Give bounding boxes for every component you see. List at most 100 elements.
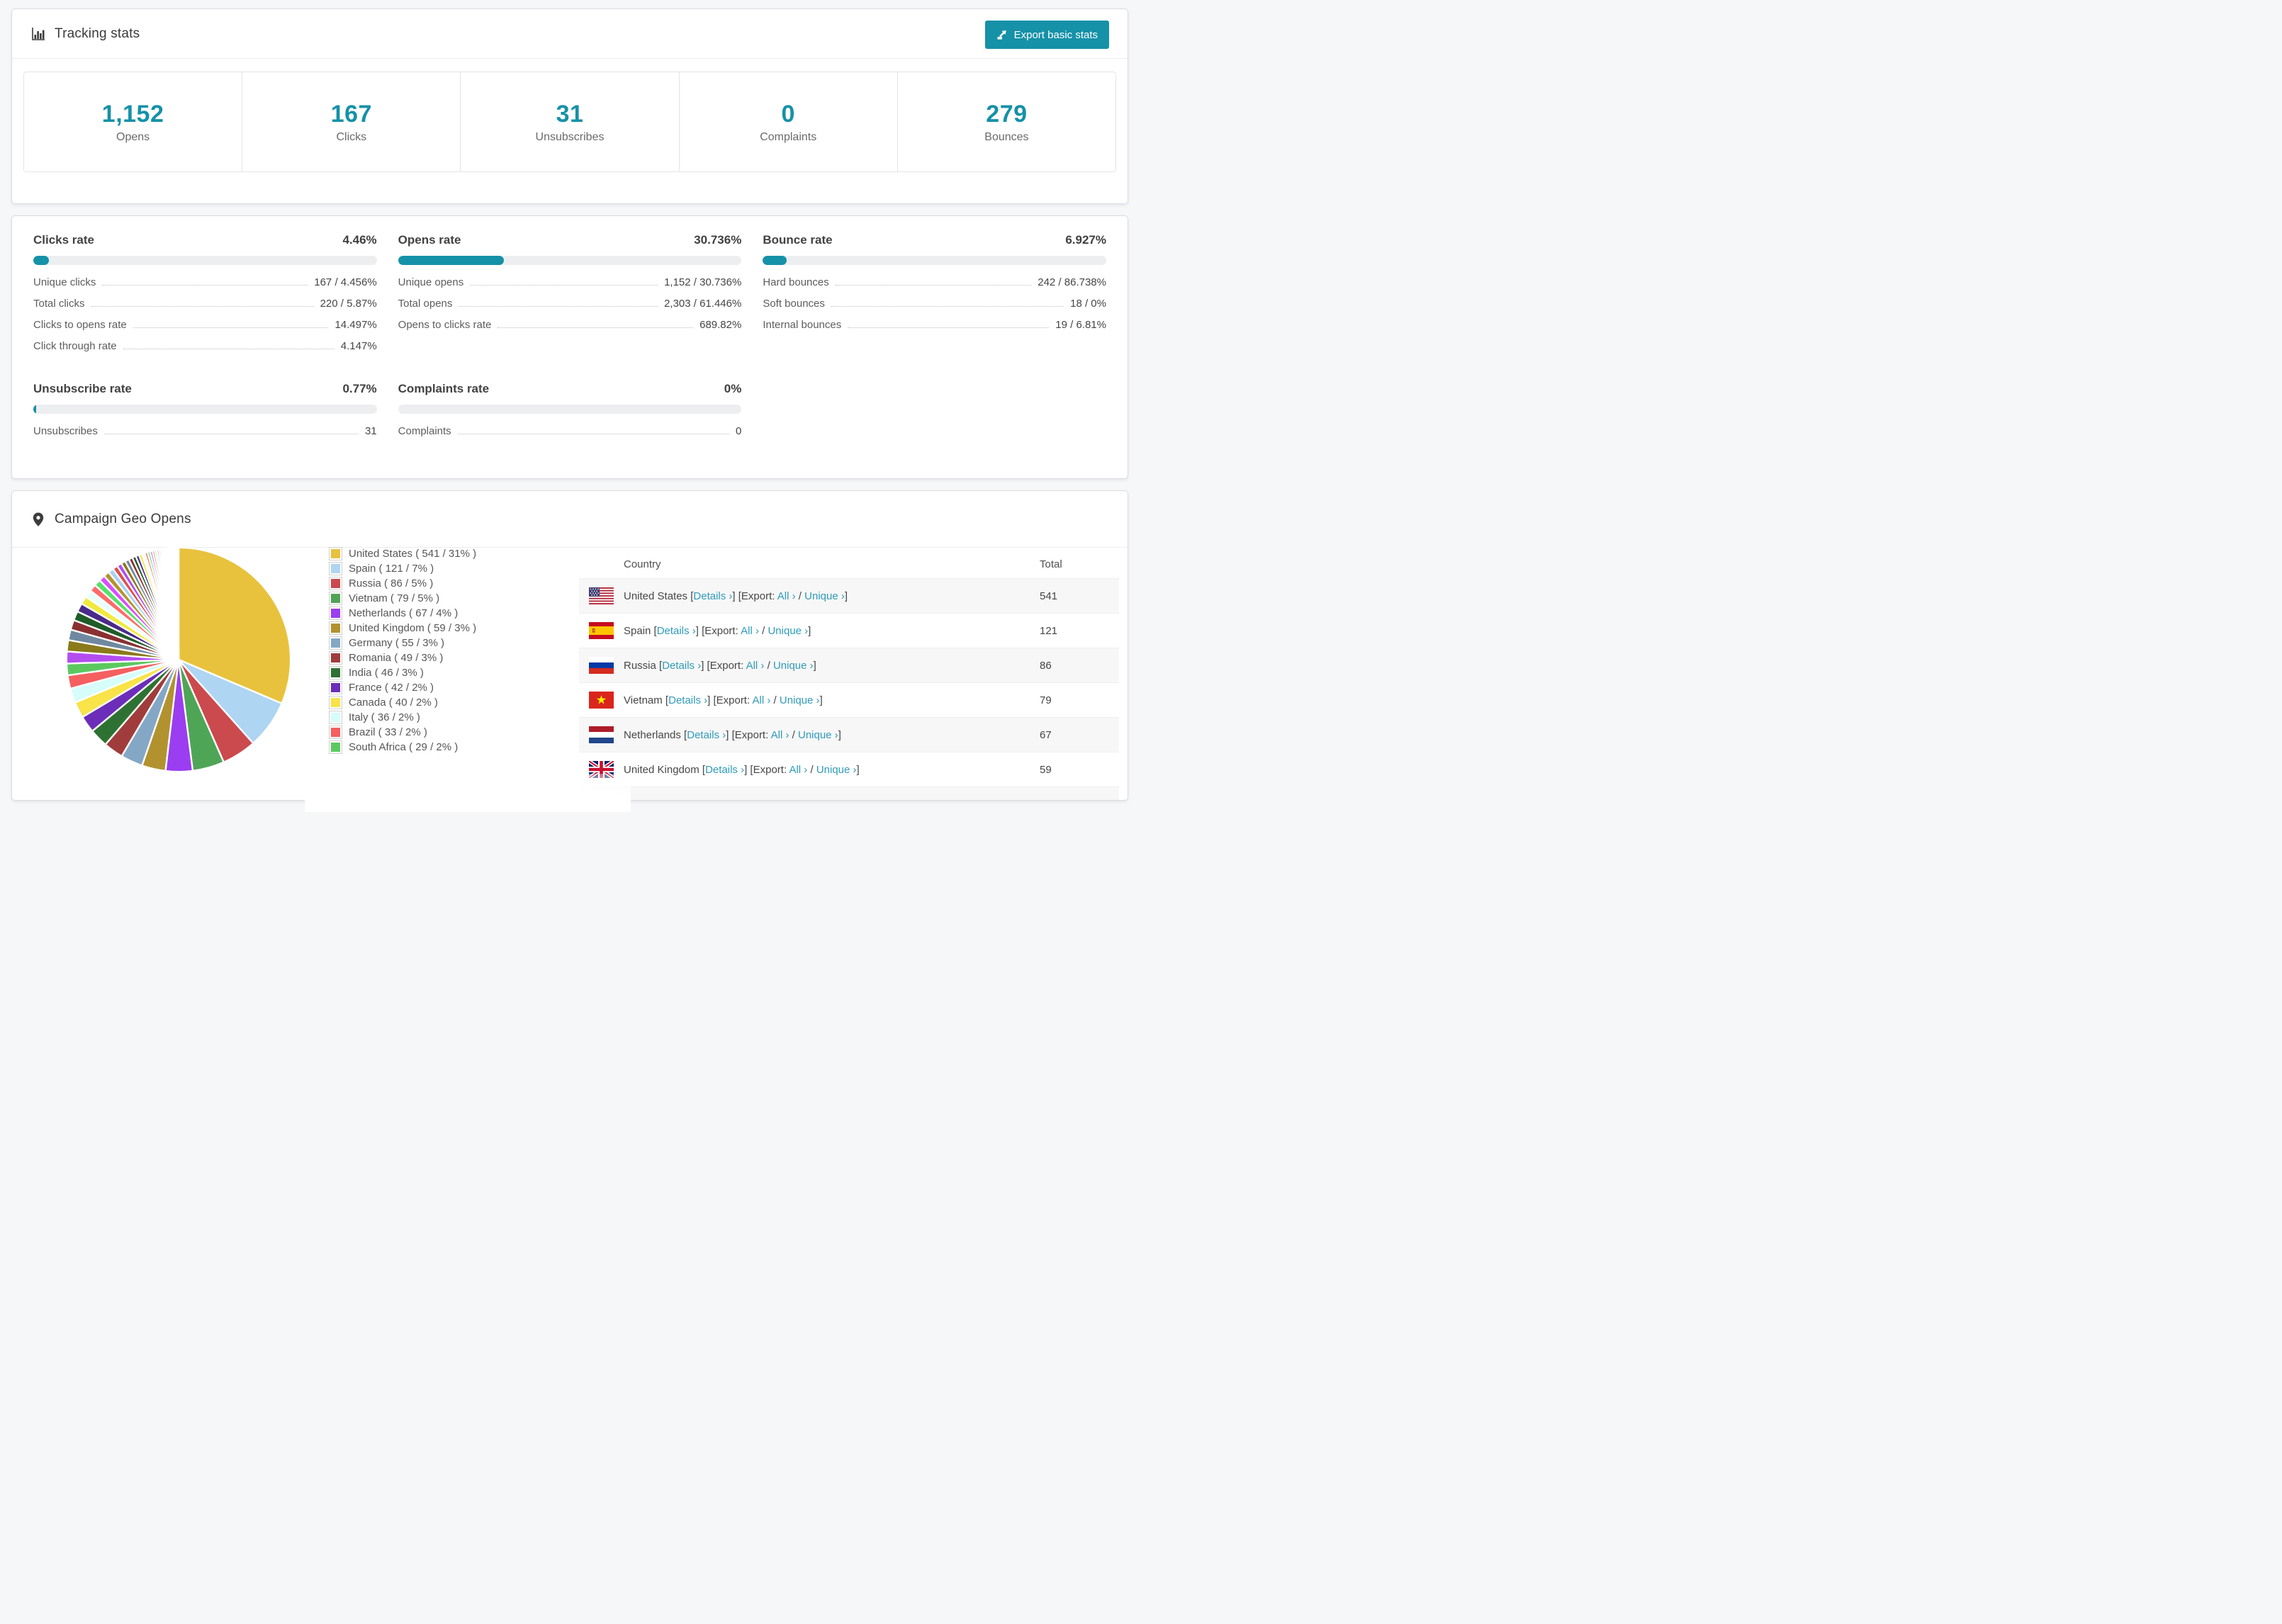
summary-stat-value: 279 xyxy=(986,100,1028,128)
legend-label: Romania ( 49 / 3% ) xyxy=(349,652,444,664)
rate-stat-label: Internal bounces xyxy=(763,319,842,331)
legend-item[interactable]: Brazil ( 33 / 2% ) xyxy=(329,725,476,740)
export-all-link[interactable]: All › xyxy=(753,694,771,706)
export-unique-link[interactable]: Unique › xyxy=(804,590,845,602)
dotted-leader xyxy=(831,306,1064,307)
export-unique-link[interactable]: Unique › xyxy=(785,799,825,801)
export-unique-link[interactable]: Unique › xyxy=(798,729,838,741)
gb-flag-icon xyxy=(589,761,614,778)
summary-stat-value: 1,152 xyxy=(101,100,164,128)
legend-item[interactable]: Germany ( 55 / 3% ) xyxy=(329,636,476,650)
summary-stat-label: Opens xyxy=(116,130,150,143)
export-unique-link[interactable]: Unique › xyxy=(768,625,808,637)
export-all-link[interactable]: All › xyxy=(741,625,759,637)
bracket-text: [ xyxy=(680,728,687,741)
summary-stat-value: 167 xyxy=(330,100,372,128)
legend-swatch-icon xyxy=(329,592,342,605)
tracking-stats-title: Tracking stats xyxy=(55,26,140,41)
rate-title: Complaints rate xyxy=(398,382,490,395)
rate-stat-label: Total opens xyxy=(398,298,453,310)
bracket-text: ] xyxy=(808,624,811,637)
geo-country-cell: Netherlands [Details ›] [Export: All › /… xyxy=(579,726,1040,743)
bracket-text: ] xyxy=(813,659,816,672)
details-link[interactable]: Details › xyxy=(657,625,696,637)
legend-item[interactable]: United Kingdom ( 59 / 3% ) xyxy=(329,621,476,636)
legend-swatch-icon xyxy=(329,696,342,709)
geo-table-country-header: Country xyxy=(624,558,661,570)
legend-item[interactable]: Netherlands ( 67 / 4% ) xyxy=(329,606,476,621)
geo-country-cell: United Kingdom [Details ›] [Export: All … xyxy=(579,761,1040,778)
geo-country-name: Vietnam xyxy=(624,694,663,706)
export-all-link[interactable]: All › xyxy=(789,764,807,776)
export-basic-stats-button[interactable]: Export basic stats xyxy=(984,21,1109,49)
legend-item[interactable]: Spain ( 121 / 7% ) xyxy=(329,561,476,576)
legend-item[interactable]: France ( 42 / 2% ) xyxy=(329,680,476,695)
legend-label: Canada ( 40 / 2% ) xyxy=(349,697,438,709)
geo-country-table: Country Total United States [Details ›] … xyxy=(579,551,1119,801)
export-prefix-text: ] [Export: xyxy=(726,728,771,741)
rate-stat-row: Soft bounces 18 / 0% xyxy=(763,298,1106,310)
rate-stat-row: Unique clicks 167 / 4.456% xyxy=(33,276,377,288)
rate-title: Bounce rate xyxy=(763,233,833,247)
legend-swatch-icon xyxy=(329,621,342,635)
export-unique-link[interactable]: Unique › xyxy=(816,764,857,776)
rate-head: Unsubscribe rate 0.77% xyxy=(33,382,377,396)
export-all-link[interactable]: All › xyxy=(746,660,765,672)
legend-item[interactable]: United States ( 541 / 31% ) xyxy=(329,546,476,561)
legend-item[interactable]: Canada ( 40 / 2% ) xyxy=(329,695,476,710)
legend-item[interactable]: India ( 46 / 3% ) xyxy=(329,665,476,680)
legend-swatch-icon xyxy=(329,651,342,665)
geo-country-text: Netherlands [Details ›] [Export: All › /… xyxy=(624,729,841,741)
rate-progress-fill xyxy=(398,256,504,265)
legend-item[interactable]: Russia ( 86 / 5% ) xyxy=(329,576,476,591)
export-all-link[interactable]: All › xyxy=(777,590,796,602)
details-link[interactable]: Details › xyxy=(662,660,701,672)
export-all-link[interactable]: All › xyxy=(771,729,789,741)
bar-chart-icon xyxy=(30,26,46,42)
bracket-text: ] xyxy=(824,799,827,801)
legend-swatch-icon xyxy=(329,740,342,754)
details-link[interactable]: Details › xyxy=(693,590,732,602)
summary-stat-label: Complaints xyxy=(760,130,817,143)
rate-stat-label: Total clicks xyxy=(33,298,85,310)
legend-label: Vietnam ( 79 / 5% ) xyxy=(349,592,440,604)
legend-item[interactable]: Vietnam ( 79 / 5% ) xyxy=(329,591,476,606)
legend-label: India ( 46 / 3% ) xyxy=(349,667,424,679)
export-all-link[interactable]: All › xyxy=(757,799,775,801)
slash-text: / xyxy=(764,659,773,672)
slash-text: / xyxy=(770,694,780,706)
summary-stats-row: 1,152 Opens 167 Clicks 31 Unsubscribes 0 Compla… xyxy=(23,72,1116,172)
legend-label: France ( 42 / 2% ) xyxy=(349,682,434,694)
geo-country-text: United Kingdom [Details ›] [Export: All … xyxy=(624,764,860,776)
summary-stat-label: Bounces xyxy=(984,130,1029,143)
geo-table-row: Germany [Details ›] [Export: All › / Uni… xyxy=(579,786,1119,801)
export-unique-link[interactable]: Unique › xyxy=(780,694,820,706)
details-link[interactable]: Details › xyxy=(673,799,712,801)
rate-progress-fill xyxy=(33,405,36,414)
summary-stat-value: 0 xyxy=(781,100,795,128)
geo-country-cell: United States [Details ›] [Export: All ›… xyxy=(579,587,1040,604)
rate-stat-value: 220 / 5.87% xyxy=(320,298,377,310)
bracket-text: [ xyxy=(651,624,657,637)
geo-country-name: Spain xyxy=(624,624,651,637)
export-prefix-text: ] [Export: xyxy=(712,799,757,801)
legend-item[interactable]: South Africa ( 29 / 2% ) xyxy=(329,740,476,755)
rate-stat-value: 167 / 4.456% xyxy=(314,276,377,288)
rate-title: Opens rate xyxy=(398,233,461,247)
details-link[interactable]: Details › xyxy=(705,764,744,776)
slash-text: / xyxy=(758,624,768,637)
rate-stat-label: Unique clicks xyxy=(33,276,96,288)
rate-stat-row: Complaints 0 xyxy=(398,425,742,437)
details-link[interactable]: Details › xyxy=(668,694,707,706)
rate-stat-row: Hard bounces 242 / 86.738% xyxy=(763,276,1106,288)
geo-table-row: Russia [Details ›] [Export: All › / Uniq… xyxy=(579,648,1119,682)
pie-slice-other[interactable] xyxy=(176,546,180,661)
legend-item[interactable]: Romania ( 49 / 3% ) xyxy=(329,650,476,665)
rate-stat-value: 14.497% xyxy=(335,319,377,331)
geo-table-row: Netherlands [Details ›] [Export: All › /… xyxy=(579,717,1119,752)
rate-progress-track xyxy=(398,256,742,265)
legend-item[interactable]: Italy ( 36 / 2% ) xyxy=(329,710,476,725)
legend-swatch-icon xyxy=(329,577,342,590)
export-unique-link[interactable]: Unique › xyxy=(773,660,814,672)
details-link[interactable]: Details › xyxy=(687,729,726,741)
